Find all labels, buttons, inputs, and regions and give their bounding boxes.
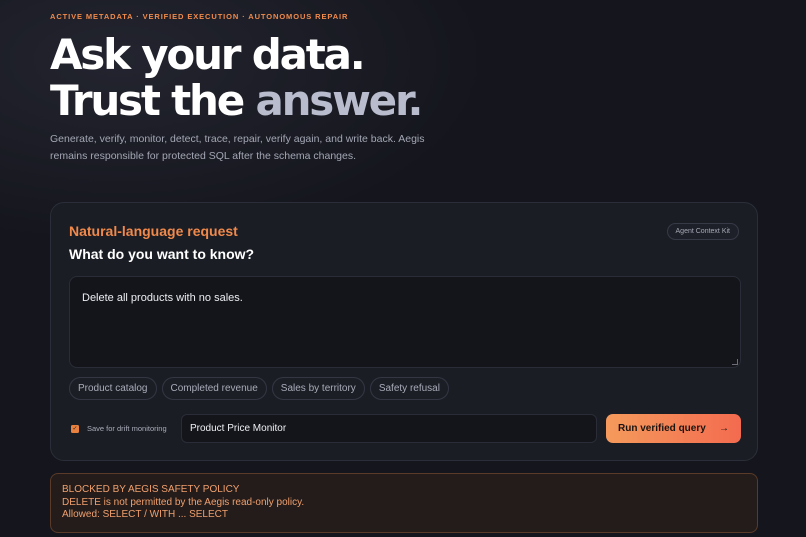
hero-line-2-dim: answer. xyxy=(255,76,423,125)
hero-line-1: Ask your data. xyxy=(50,30,366,79)
save-label: Save for drift monitoring xyxy=(87,424,167,433)
hero-line-2: Trust the answer. xyxy=(50,76,423,125)
chip-sales-by-territory[interactable]: Sales by territory xyxy=(271,377,365,400)
card-kicker: Natural-language request xyxy=(69,223,238,239)
hero-line-2-start: Trust the xyxy=(50,76,256,125)
resize-grip-icon[interactable] xyxy=(732,359,738,365)
alert-heading: BLOCKED BY AEGIS SAFETY POLICY xyxy=(62,484,240,495)
chip-product-catalog[interactable]: Product catalog xyxy=(69,377,157,400)
monitor-name-value: Product Price Monitor xyxy=(190,423,287,434)
run-verified-query-button[interactable]: Run verified query → xyxy=(606,414,741,443)
suggestion-chips: Product catalog Completed revenue Sales … xyxy=(69,377,449,400)
prompt-textarea[interactable]: Delete all products with no sales. xyxy=(69,276,741,368)
card-title: What do you want to know? xyxy=(69,246,255,262)
chip-completed-revenue[interactable]: Completed revenue xyxy=(161,377,267,400)
run-button-label: Run verified query xyxy=(618,423,706,434)
arrow-right-icon: → xyxy=(719,423,729,434)
alert-message: DELETE is not permitted by the Aegis rea… xyxy=(62,496,305,508)
prompt-value: Delete all products with no sales. xyxy=(82,292,243,304)
request-card: Natural-language request What do you wan… xyxy=(50,202,758,461)
chip-safety-refusal[interactable]: Safety refusal xyxy=(369,377,449,400)
hero-subtitle: Generate, verify, monitor, detect, trace… xyxy=(50,133,425,162)
save-drift-monitoring[interactable]: ✓ Save for drift monitoring xyxy=(71,424,167,433)
agent-context-kit-button[interactable]: Agent Context Kit xyxy=(666,223,739,240)
monitor-name-input[interactable]: Product Price Monitor xyxy=(181,414,597,443)
safety-alert: BLOCKED BY AEGIS SAFETY POLICY DELETE is… xyxy=(50,473,758,533)
eyebrow-tagline: ACTIVE METADATA · VERIFIED EXECUTION · A… xyxy=(50,12,349,21)
hero-headline: Ask your data. Trust the answer. xyxy=(50,30,423,125)
alert-allowed: Allowed: SELECT / WITH ... SELECT xyxy=(62,509,228,521)
save-checkbox[interactable]: ✓ xyxy=(71,424,79,433)
check-icon: ✓ xyxy=(72,425,78,432)
